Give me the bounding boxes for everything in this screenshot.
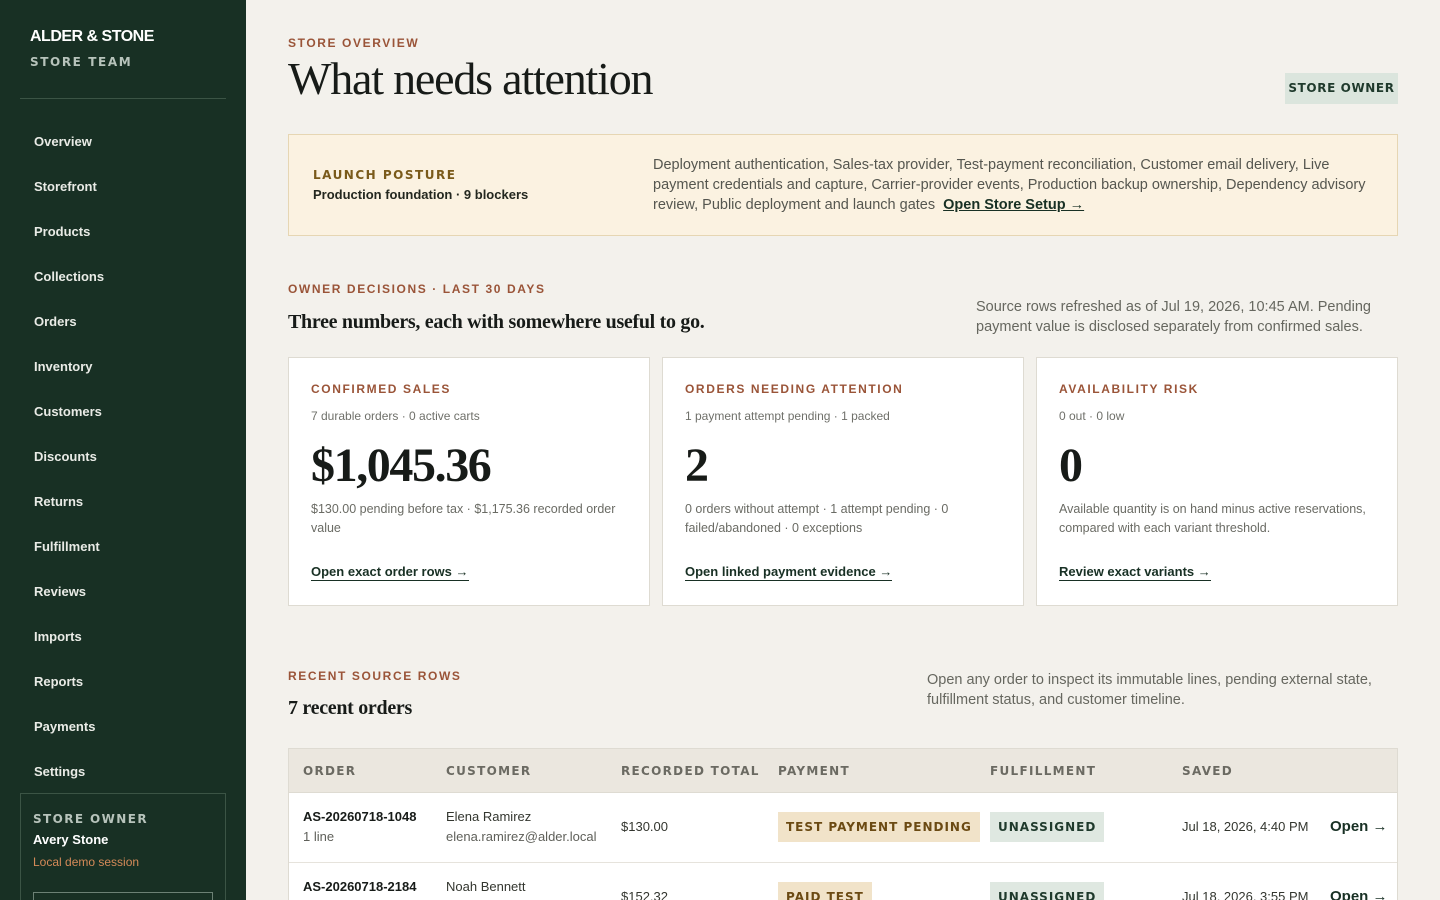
launch-posture-banner: LAUNCH POSTURE Production foundation · 9… — [288, 134, 1398, 236]
decisions-eyebrow: OWNER DECISIONS · LAST 30 DAYS — [288, 282, 546, 296]
sidebar-nav: Overview Storefront Products Collections… — [20, 119, 226, 794]
open-order-link[interactable]: Open → — [1330, 888, 1388, 900]
sidebar-item-collections[interactable]: Collections — [20, 254, 226, 299]
sidebar-item-fulfillment[interactable]: Fulfillment — [20, 524, 226, 569]
page-title: What needs attention — [288, 53, 654, 104]
open-order-link[interactable]: Open → — [1330, 818, 1388, 835]
orders-attention-card: ORDERS NEEDING ATTENTION 1 payment attem… — [662, 357, 1024, 606]
page-eyebrow: STORE OVERVIEW — [288, 36, 420, 50]
table-header: ORDER CUSTOMER RECORDED TOTAL PAYMENT FU… — [289, 749, 1397, 793]
recent-title: 7 recent orders — [288, 697, 412, 719]
recent-note: Open any order to inspect its immutable … — [927, 672, 1372, 708]
card-note: $130.00 pending before tax · $1,175.36 r… — [311, 502, 616, 535]
saved-timestamp: Jul 18, 2026, 3:55 PM — [1182, 889, 1309, 900]
sidebar-item-products[interactable]: Products — [20, 209, 226, 254]
open-payment-evidence-link[interactable]: Open linked payment evidence → — [685, 564, 893, 581]
review-variants-link[interactable]: Review exact variants → — [1059, 564, 1211, 581]
fulfillment-status-badge: UNASSIGNED — [990, 812, 1105, 842]
saved-timestamp: Jul 18, 2026, 4:40 PM — [1182, 819, 1309, 834]
sidebar-item-reports[interactable]: Reports — [20, 659, 226, 704]
card-subtitle: 1 payment attempt pending · 1 packed — [685, 409, 890, 423]
confirmed-sales-card: CONFIRMED SALES 7 durable orders · 0 act… — [288, 357, 650, 606]
brand-subtitle: STORE TEAM — [30, 55, 133, 69]
sidebar-item-customers[interactable]: Customers — [20, 389, 226, 434]
customer-name: Elena Ramirez — [446, 809, 532, 824]
column-header-total: RECORDED TOTAL — [621, 764, 760, 778]
column-header-customer: CUSTOMER — [446, 764, 532, 778]
order-id: AS-20260718-1048 — [303, 809, 417, 824]
card-label: AVAILABILITY RISK — [1059, 382, 1199, 396]
sidebar: ALDER & STONE STORE TEAM Overview Storef… — [0, 0, 246, 900]
card-value: $1,045.36 — [311, 439, 492, 492]
customer-email: elena.ramirez@alder.local — [446, 829, 597, 844]
open-order-rows-link[interactable]: Open exact order rows → — [311, 564, 469, 581]
launch-blockers-text: Deployment authentication, Sales-tax pro… — [653, 155, 1378, 215]
sidebar-item-orders[interactable]: Orders — [20, 299, 226, 344]
account-action-button[interactable] — [33, 892, 213, 900]
sidebar-item-imports[interactable]: Imports — [20, 614, 226, 659]
column-header-saved: SAVED — [1182, 764, 1234, 778]
card-subtitle: 0 out · 0 low — [1059, 409, 1125, 423]
order-id: AS-20260718-2184 — [303, 879, 417, 894]
decisions-title: Three numbers, each with somewhere usefu… — [288, 311, 705, 333]
customer-name: Noah Bennett — [446, 879, 526, 894]
sidebar-item-settings[interactable]: Settings — [20, 749, 226, 794]
sidebar-item-returns[interactable]: Returns — [20, 479, 226, 524]
sidebar-item-inventory[interactable]: Inventory — [20, 344, 226, 389]
account-role: STORE OWNER — [33, 812, 148, 826]
account-panel: STORE OWNER Avery Stone Local demo sessi… — [20, 793, 226, 900]
payment-status-badge: PAID TEST — [778, 882, 872, 900]
column-header-fulfillment: FULFILLMENT — [990, 764, 1097, 778]
card-value: 0 — [1059, 439, 1083, 492]
table-row[interactable]: AS-20260718-1048 1 line Elena Ramirez el… — [289, 793, 1397, 863]
availability-risk-card: AVAILABILITY RISK 0 out · 0 low 0 Availa… — [1036, 357, 1398, 606]
card-note: 0 orders without attempt · 1 attempt pen… — [685, 502, 949, 535]
recorded-total: $130.00 — [621, 819, 668, 834]
recent-orders-table: ORDER CUSTOMER RECORDED TOTAL PAYMENT FU… — [288, 748, 1398, 900]
column-header-order: ORDER — [303, 764, 357, 778]
account-session: Local demo session — [33, 855, 140, 869]
decisions-note: Source rows refreshed as of Jul 19, 2026… — [976, 299, 1371, 335]
card-value: 2 — [685, 439, 709, 492]
sidebar-item-overview[interactable]: Overview — [20, 119, 226, 164]
launch-posture-label: LAUNCH POSTURE — [313, 168, 457, 182]
order-lines: 1 line — [303, 829, 335, 844]
recorded-total: $152.32 — [621, 889, 668, 900]
brand-logo[interactable]: ALDER & STONE — [30, 28, 154, 46]
card-note: Available quantity is on hand minus acti… — [1059, 502, 1366, 535]
recent-eyebrow: RECENT SOURCE ROWS — [288, 669, 462, 683]
card-label: CONFIRMED SALES — [311, 382, 452, 396]
sidebar-item-reviews[interactable]: Reviews — [20, 569, 226, 614]
table-row[interactable]: AS-20260718-2184 Noah Bennett $152.32 PA… — [289, 863, 1397, 900]
role-badge: STORE OWNER — [1285, 73, 1398, 104]
sidebar-divider — [20, 98, 226, 99]
payment-status-badge: TEST PAYMENT PENDING — [778, 812, 980, 842]
open-store-setup-link[interactable]: Open Store Setup → — [943, 197, 1084, 213]
launch-posture-status: Production foundation · 9 blockers — [313, 187, 529, 202]
fulfillment-status-badge: UNASSIGNED — [990, 882, 1105, 900]
sidebar-item-payments[interactable]: Payments — [20, 704, 226, 749]
card-subtitle: 7 durable orders · 0 active carts — [311, 409, 480, 423]
account-name: Avery Stone — [33, 832, 109, 847]
sidebar-item-storefront[interactable]: Storefront — [20, 164, 226, 209]
sidebar-item-discounts[interactable]: Discounts — [20, 434, 226, 479]
column-header-payment: PAYMENT — [778, 764, 850, 778]
card-label: ORDERS NEEDING ATTENTION — [685, 382, 904, 396]
